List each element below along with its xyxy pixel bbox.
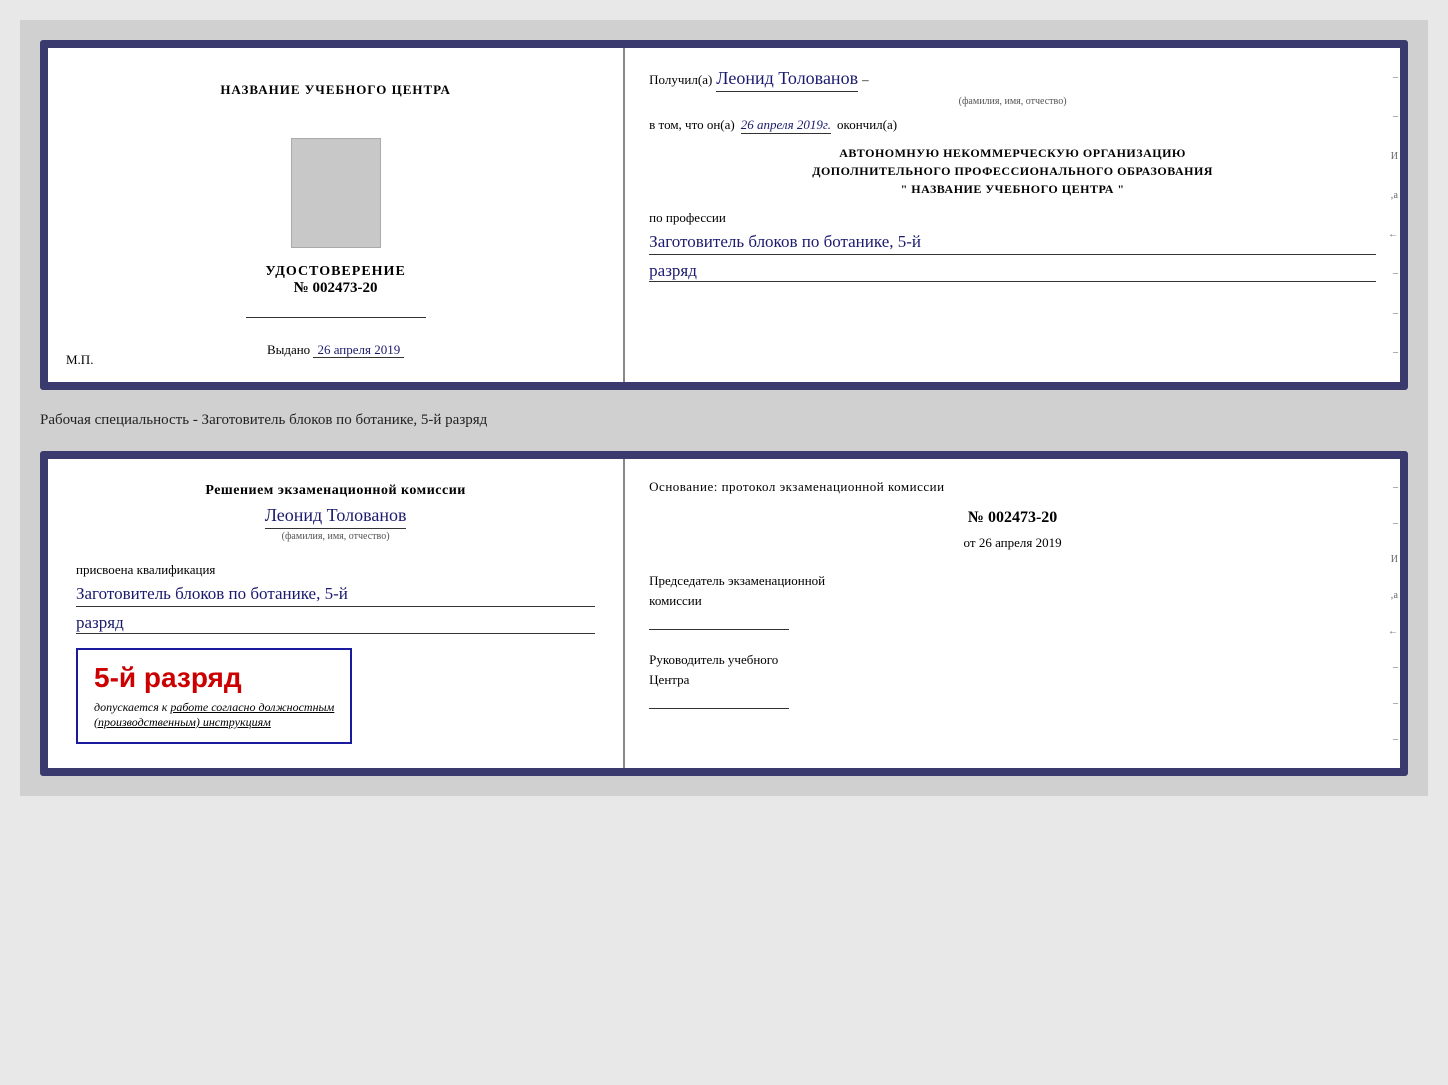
name-sublabel-bottom: (фамилия, имя, отчество) — [282, 531, 390, 542]
name-bottom-block: Леонид Толованов (фамилия, имя, отчество… — [76, 505, 595, 552]
predsedatel-block: Председатель экзаменационной комиссии — [649, 571, 1376, 630]
page-wrapper: НАЗВАНИЕ УЧЕБНОГО ЦЕНТРА УДОСТОВЕРЕНИЕ №… — [20, 20, 1428, 796]
bottom-right-panel: Основание: протокол экзаменационной коми… — [625, 459, 1400, 768]
mp-label-top: М.П. — [66, 352, 93, 368]
vydano-line: Выдано 26 апреля 2019 — [267, 342, 404, 358]
bottom-left-inner: Решением экзаменационной комиссии Леонид… — [76, 483, 595, 744]
recipient-name-bottom: Леонид Толованов — [265, 505, 407, 529]
udostoverenie-block: УДОСТОВЕРЕНИЕ № 002473-20 — [265, 264, 405, 297]
osnovanie-block: Основание: протокол экзаменационной коми… — [649, 479, 1376, 495]
prisvoena-line: присвоена квалификация — [76, 562, 595, 578]
razryad-bottom: разряд — [76, 613, 595, 634]
predsedatel-sig-line — [649, 614, 789, 630]
recipient-name-top: Леонид Толованов — [716, 68, 858, 92]
cert-number-top: № 002473-20 — [265, 280, 405, 297]
resheniyem-block: Решением экзаменационной комиссии — [76, 483, 595, 499]
edge-decoration: – – И ‚а ← – – – — [1382, 48, 1400, 382]
top-right-panel: Получил(а) Леонид Толованов – (фамилия, … — [625, 48, 1400, 382]
name-sublabel-top: (фамилия, имя, отчество) — [649, 96, 1376, 107]
rukovoditel-block: Руководитель учебного Центра — [649, 650, 1376, 709]
profession-bottom: Заготовитель блоков по ботанике, 5-й — [76, 582, 595, 607]
top-certificate-card: НАЗВАНИЕ УЧЕБНОГО ЦЕНТРА УДОСТОВЕРЕНИЕ №… — [40, 40, 1408, 390]
razryad-box: 5-й разряд допускается к работе согласно… — [76, 648, 352, 744]
vtom-date: 26 апреля 2019г. — [741, 117, 831, 134]
udostoverenie-title: УДОСТОВЕРЕНИЕ — [265, 264, 405, 280]
vtom-line: в том, что он(а) 26 апреля 2019г. окончи… — [649, 117, 1376, 134]
bottom-left-panel: Решением экзаменационной комиссии Леонид… — [48, 459, 625, 768]
bottom-certificate-card: Решением экзаменационной комиссии Леонид… — [40, 451, 1408, 776]
profession-top: Заготовитель блоков по ботанике, 5-й — [649, 230, 1376, 255]
training-center-name-top: НАЗВАНИЕ УЧЕБНОГО ЦЕНТРА — [220, 82, 451, 98]
rukovoditel-sig-line — [649, 693, 789, 709]
between-cards-label: Рабочая специальность - Заготовитель бло… — [40, 406, 1408, 435]
edge-decoration-bottom: – – И ‚а ← – – – — [1382, 459, 1400, 768]
vydano-date-top: 26 апреля 2019 — [313, 342, 404, 358]
org-block: АВТОНОМНУЮ НЕКОММЕРЧЕСКУЮ ОРГАНИЗАЦИЮ ДО… — [649, 144, 1376, 198]
dopuskaetsya-line: допускается к работе согласно должностны… — [94, 700, 334, 730]
poluchil-line: Получил(а) Леонид Толованов – — [649, 68, 1376, 92]
protocol-number-bottom: № 002473-20 — [649, 509, 1376, 527]
razryad-top: разряд — [649, 261, 1376, 282]
ot-date-bottom: от 26 апреля 2019 — [649, 535, 1376, 551]
photo-placeholder — [291, 138, 381, 248]
razryad-big-text: 5-й разряд — [94, 662, 334, 694]
po-professii-top: по профессии — [649, 210, 1376, 226]
top-left-panel: НАЗВАНИЕ УЧЕБНОГО ЦЕНТРА УДОСТОВЕРЕНИЕ №… — [48, 48, 625, 382]
